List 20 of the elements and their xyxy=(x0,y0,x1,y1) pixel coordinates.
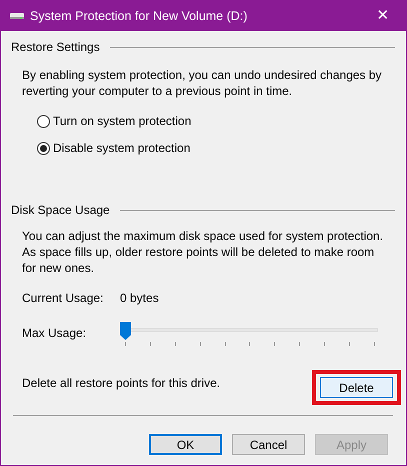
ok-button[interactable]: OK xyxy=(149,434,222,455)
drive-icon xyxy=(10,12,24,20)
close-button[interactable]: ✕ xyxy=(360,1,406,31)
dialog-button[interactable]: Cancel xyxy=(232,434,305,455)
field-label: Current Usage: xyxy=(22,290,104,306)
usage-value: 0 bytes xyxy=(120,290,159,306)
window-title: System Protection for New Volume (D:) xyxy=(30,8,248,25)
description-text: You can adjust the maximum disk space used for system protection. As space fills up, older restore points will be deleted to make room for new ones. xyxy=(21,228,384,276)
slider-track[interactable] xyxy=(120,322,378,346)
slider-thumb[interactable] xyxy=(120,322,131,340)
description-text: By enabling system protection, you can undo undesired changes by reverting your computer to a previous point in time. xyxy=(21,67,383,99)
delete-description: Delete all restore points for this drive. xyxy=(22,375,220,392)
group-heading: Restore Settings xyxy=(11,39,100,56)
radio-button[interactable] xyxy=(37,114,50,128)
field-label: Max Usage: xyxy=(22,325,88,341)
delete-button[interactable]: Delete xyxy=(320,377,393,398)
radio-option[interactable]: Disable system protection xyxy=(37,139,406,157)
group-heading: Disk Space Usage xyxy=(11,202,110,219)
radio-option[interactable]: Turn on system protection xyxy=(37,112,406,130)
radio-button[interactable] xyxy=(37,142,50,154)
